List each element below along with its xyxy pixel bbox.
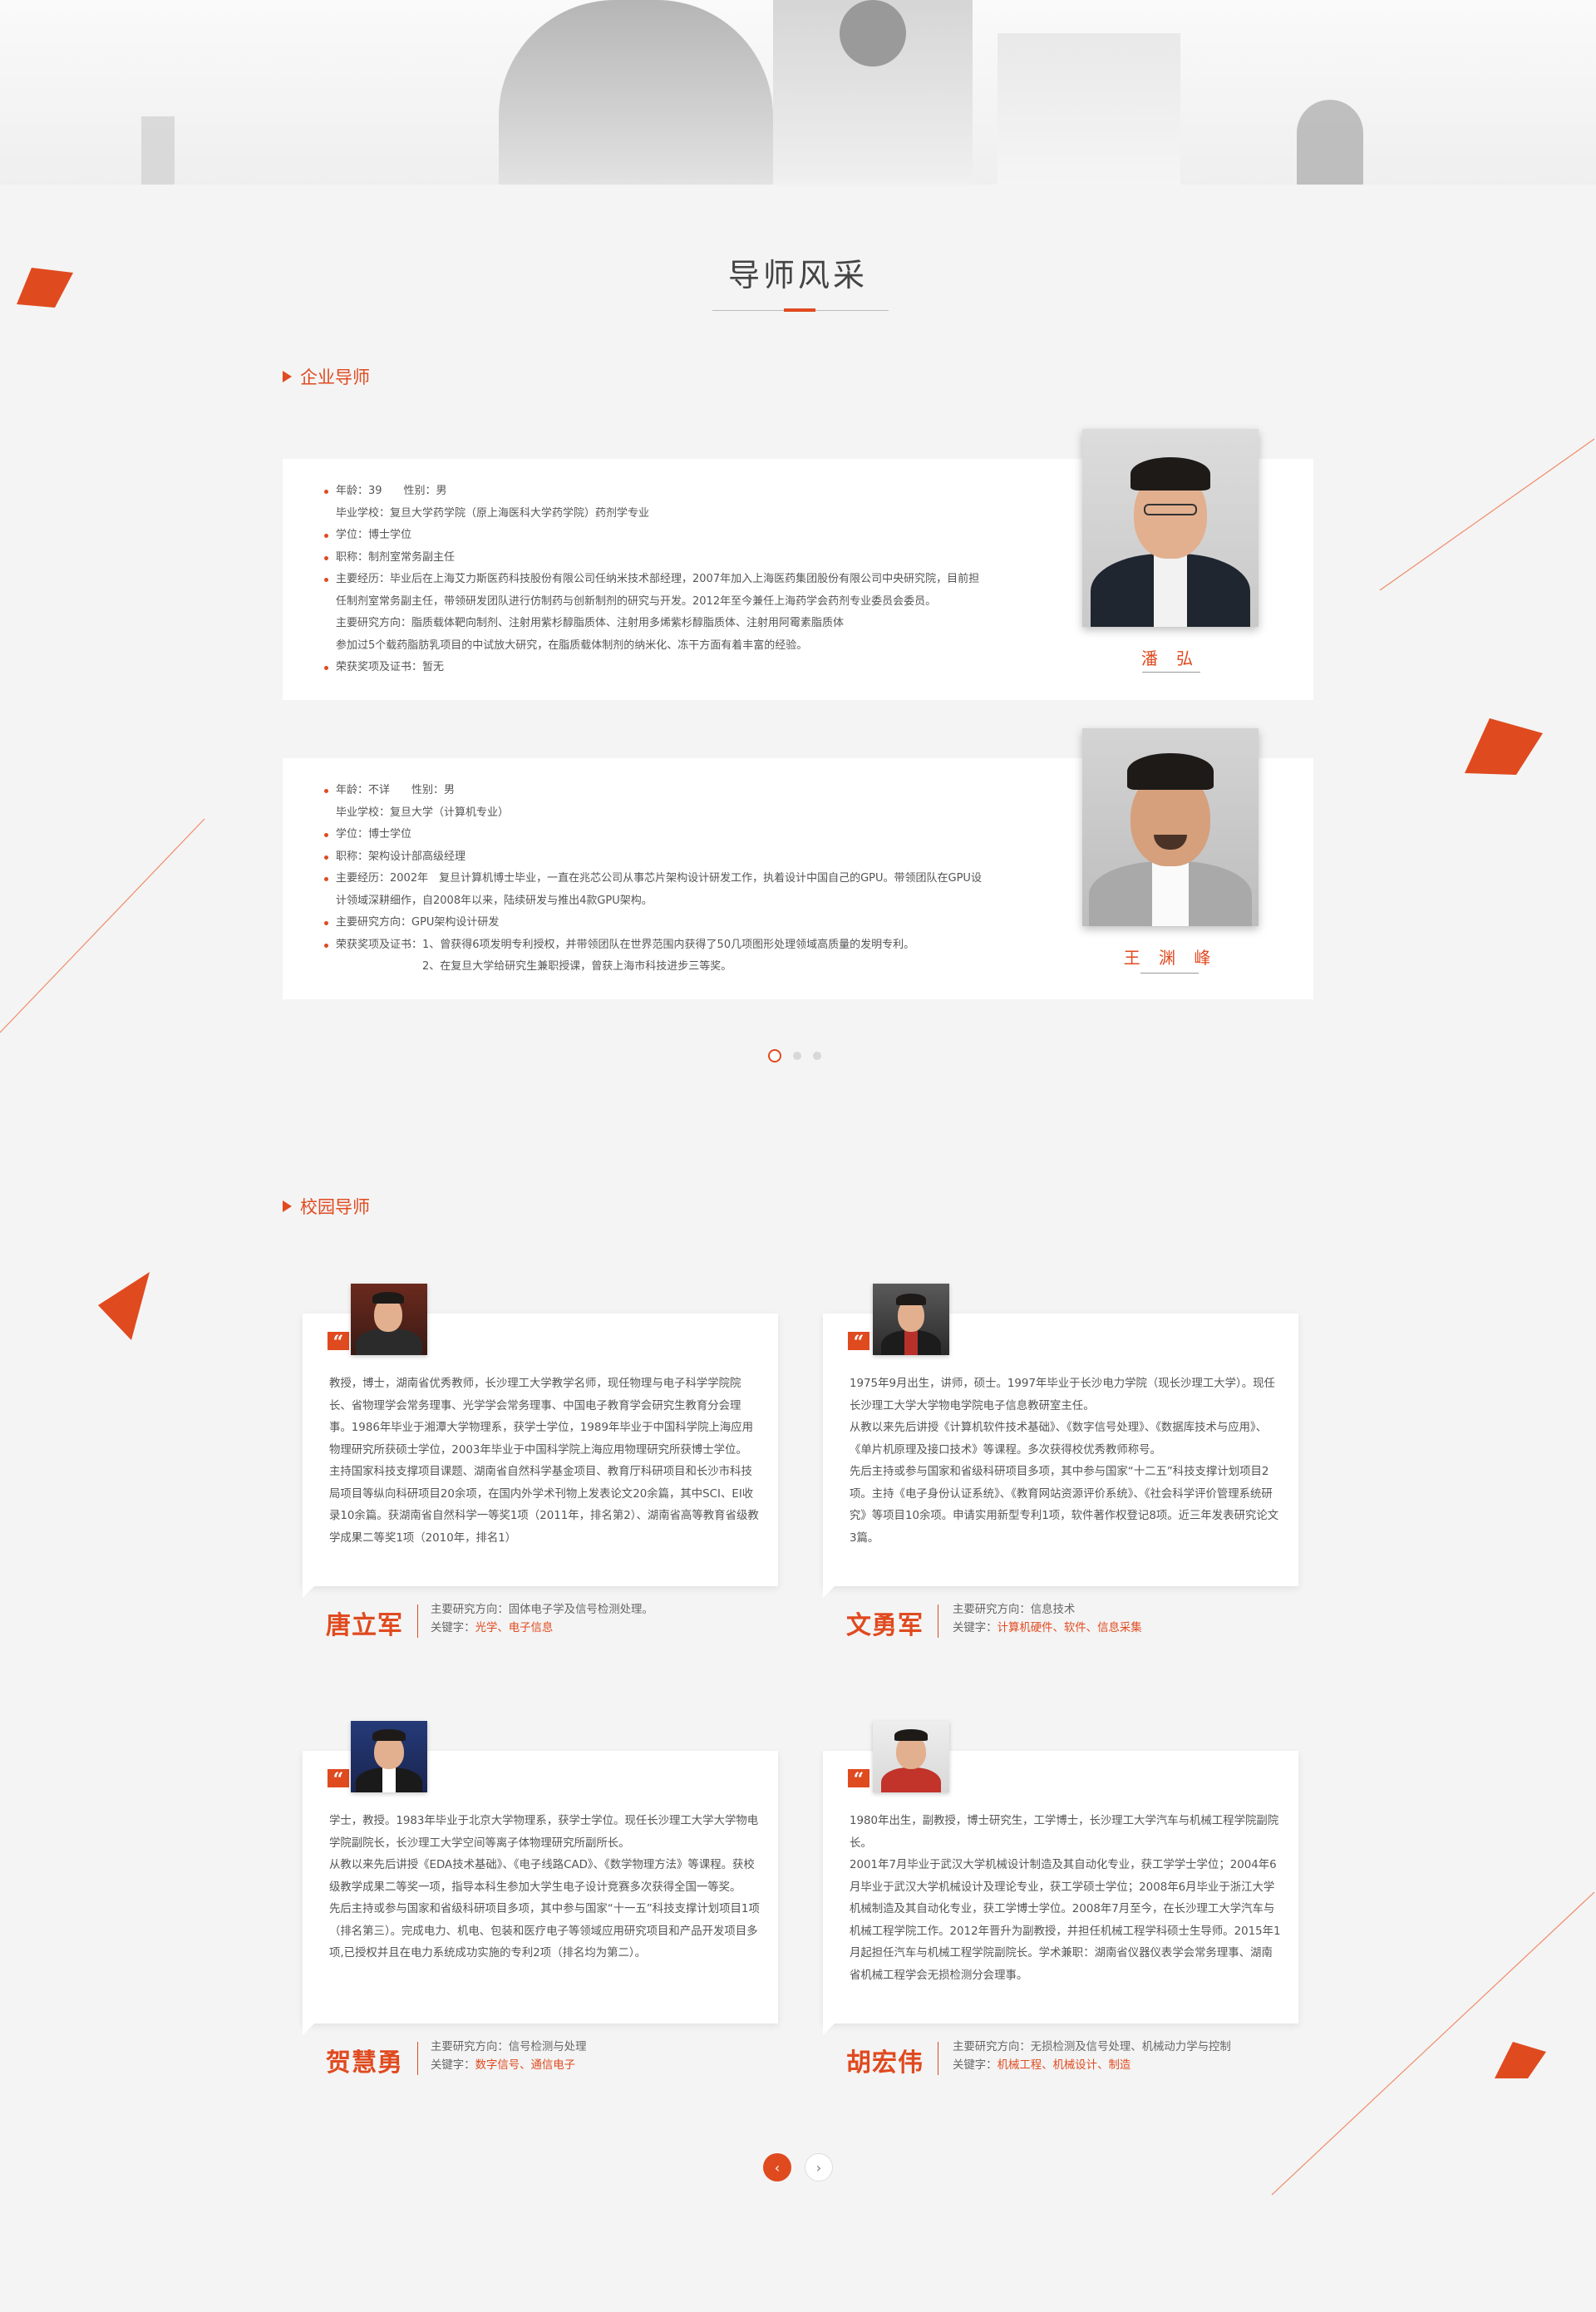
keyword-label: 关键字： <box>431 1622 475 1634</box>
bio-paragraph: 主持国家科技支撑项目课题、湖南省自然科学基金项目、教育厅科研项目和长沙市科技局项… <box>329 1466 759 1545</box>
triangle-right-icon <box>283 371 292 382</box>
mentor-detail-line: 主要经历：2002年 复旦计算机博士毕业，一直在兆芯公司从事芯片架构设计研发工作… <box>324 868 982 890</box>
mentor-detail-line: 任制剂室常务副主任，带领研发团队进行仿制药与创新制剂的研究与开发。2012年至今… <box>336 594 937 608</box>
quote-icon: “ <box>848 1332 869 1353</box>
page-title: 导师风采 <box>727 257 868 293</box>
research-value: 无损检测及信号处理、机械动力学与控制 <box>1030 2041 1231 2053</box>
research-label: 主要研究方向： <box>953 2041 1031 2053</box>
quote-icon: “ <box>848 1769 869 1791</box>
campus-mentor-name: 贺慧勇 <box>326 2048 403 2078</box>
carousel-dot[interactable] <box>813 1052 821 1060</box>
campus-mentor-photo <box>351 1284 427 1355</box>
mentor-detail-line: 计领域深耕细作，自2008年以来，陆续研发与推出4款GPU架构。 <box>336 894 653 907</box>
bio-paragraph: 从教以来先后讲授《EDA技术基础》、《电子线路CAD》、《数学物理方法》等课程。… <box>329 1859 755 1894</box>
campus-mentor-bio: 学士，教授。1983年毕业于北京大学物理系，获学士学位。现任长沙理工大学大学物电… <box>329 1811 761 1965</box>
campus-mentor-meta: 主要研究方向：无损检测及信号处理、机械动力学与控制 关键字：机械工程、机械设计、… <box>953 2038 1231 2075</box>
research-label: 主要研究方向： <box>953 1604 1031 1616</box>
keyword-label: 关键字： <box>953 1622 998 1634</box>
campus-heading-label: 校园导师 <box>300 1197 370 1217</box>
enterprise-heading: 企业导师 <box>283 364 370 389</box>
campus-mentor-name: 胡宏伟 <box>846 2048 924 2078</box>
campus-mentor-meta: 主要研究方向：信息技术 关键字：计算机硬件、软件、信息采集 <box>953 1601 1142 1638</box>
research-label: 主要研究方向： <box>431 2041 509 2053</box>
mentor-detail-line: 毕业学校：复旦大学药学院（原上海医科大学药学院）药剂学专业 <box>336 506 650 520</box>
bio-paragraph: 教授，博士，湖南省优秀教师，长沙理工大学教学名师，现任物理与电子科学学院院长、省… <box>329 1378 754 1457</box>
divider <box>417 2042 418 2075</box>
mentor-detail-line: 年龄：39 性别：男 <box>324 481 979 503</box>
campus-mentor-photo <box>351 1721 427 1792</box>
bio-paragraph: 2001年7月毕业于武汉大学机械设计制造及其自动化专业，获工学学士学位；2004… <box>850 1859 1281 1982</box>
campus-mentor-name: 唐立军 <box>326 1611 403 1640</box>
mentor-detail-line: 2、在复旦大学给研究生兼职授课，曾获上海市科技进步三等奖。 <box>336 960 732 973</box>
research-value: 信息技术 <box>1030 1604 1076 1616</box>
mentor-detail-line: 主要经历：毕业后在上海艾力斯医药科技股份有限公司任纳米技术部经理，2007年加入… <box>324 569 979 591</box>
campus-heading: 校园导师 <box>283 1194 370 1219</box>
bio-paragraph: 从教以来先后讲授《计算机软件技术基础》、《数字信号处理》、《数据库技术与应用》、… <box>850 1422 1268 1457</box>
campus-mentor-photo <box>873 1721 949 1792</box>
campus-mentor-meta: 主要研究方向：信号检测与处理 关键字：数字信号、通信电子 <box>431 2038 586 2075</box>
bio-paragraph: 1975年9月出生，讲师，硕士。1997年毕业于长沙电力学院（现长沙理工大学）。… <box>850 1378 1275 1412</box>
next-button[interactable]: › <box>805 2153 833 2181</box>
mentor-name-underline <box>1142 672 1200 673</box>
mentor-name: 王 渊 峰 <box>1123 948 1218 968</box>
decor-line <box>0 438 1595 2196</box>
divider <box>417 1605 418 1638</box>
campus-mentor-name: 文勇军 <box>846 1611 924 1640</box>
campus-mentor-photo <box>873 1284 949 1355</box>
mentor-detail-line: 参加过5个载药脂肪乳项目的中试放大研究，在脂质载体制剂的纳米化、冻干方面有着丰富… <box>336 638 808 652</box>
mentor-detail-line: 毕业学校：复旦大学（计算机专业） <box>336 806 510 819</box>
quote-icon: “ <box>328 1332 349 1353</box>
campus-mentor-bio: 教授，博士，湖南省优秀教师，长沙理工大学教学名师，现任物理与电子科学学院院长、省… <box>329 1373 761 1550</box>
mentor-detail-line: 荣获奖项及证书：1、曾获得6项发明专利授权，并带领团队在世界范围内获得了50几项… <box>324 934 982 957</box>
triangle-right-icon <box>283 1200 292 1212</box>
campus-mentor-meta: 主要研究方向：固体电子学及信号检测处理。 关键字：光学、电子信息 <box>431 1601 653 1638</box>
mentor-detail-line: 荣获奖项及证书：暂无 <box>324 657 979 679</box>
keyword-value[interactable]: 机械工程、机械设计、制造 <box>998 2059 1131 2072</box>
bio-paragraph: 学士，教授。1983年毕业于北京大学物理系，获学士学位。现任长沙理工大学大学物电… <box>329 1815 759 1850</box>
keyword-label: 关键字： <box>431 2059 475 2072</box>
mentor-detail-line: 学位：博士学位 <box>324 824 982 846</box>
prev-button[interactable]: ‹ <box>763 2153 791 2181</box>
mentor-name: 潘 弘 <box>1140 648 1200 668</box>
campus-mentor-bio: 1975年9月出生，讲师，硕士。1997年毕业于长沙电力学院（现长沙理工大学）。… <box>850 1373 1282 1550</box>
enterprise-heading-label: 企业导师 <box>300 367 370 387</box>
keyword-value[interactable]: 计算机硬件、软件、信息采集 <box>998 1622 1142 1634</box>
mentor-detail-line: 主要研究方向：GPU架构设计研发 <box>324 912 982 934</box>
mentor-name-underline <box>1140 973 1199 974</box>
carousel-dot[interactable] <box>768 1049 781 1062</box>
keyword-value[interactable]: 数字信号、通信电子 <box>475 2059 576 2072</box>
keyword-value[interactable]: 光学、电子信息 <box>475 1622 554 1634</box>
research-value: 固体电子学及信号检测处理。 <box>508 1604 653 1616</box>
mentor-detail-line: 学位：博士学位 <box>324 525 979 547</box>
research-value: 信号检测与处理 <box>508 2041 587 2053</box>
mentor-details: 年龄：39 性别：男毕业学校：复旦大学药学院（原上海医科大学药学院）药剂学专业学… <box>324 481 979 679</box>
mentor-detail-line: 主要研究方向：脂质载体靶向制剂、注射用紫杉醇脂质体、注射用多烯紫杉醇脂质体、注射… <box>336 617 845 629</box>
mentor-detail-line: 职称：制剂室常务副主任 <box>324 547 979 569</box>
mentor-details: 年龄：不详 性别：男毕业学校：复旦大学（计算机专业） 学位：博士学位 职称：架构设计… <box>324 780 982 979</box>
mentor-detail-line: 年龄：不详 性别：男 <box>324 780 982 802</box>
bio-paragraph: 先后主持或参与国家和省级科研项目多项，其中参与国家“十一五”科技支撑计划项目1项… <box>329 1903 760 1960</box>
title-accent <box>784 308 815 312</box>
mentor-detail-line: 职称：架构设计部高级经理 <box>324 846 982 869</box>
mentor-photo <box>1082 429 1259 627</box>
bio-paragraph: 1980年出生，副教授，博士研究生，工学博士，长沙理工大学汽车与机械工程学院副院… <box>850 1815 1279 1850</box>
quote-icon: “ <box>328 1769 349 1791</box>
research-label: 主要研究方向： <box>431 1604 509 1616</box>
carousel-dots <box>768 1049 821 1062</box>
campus-mentor-bio: 1980年出生，副教授，博士研究生，工学博士，长沙理工大学汽车与机械工程学院副院… <box>850 1811 1282 1987</box>
mentor-photo <box>1082 728 1259 926</box>
bio-paragraph: 先后主持或参与国家和省级科研项目多项，其中参与国家“十二五”科技支撑计划项目2项… <box>850 1466 1279 1545</box>
carousel-dot[interactable] <box>793 1052 801 1060</box>
keyword-label: 关键字： <box>953 2059 998 2072</box>
